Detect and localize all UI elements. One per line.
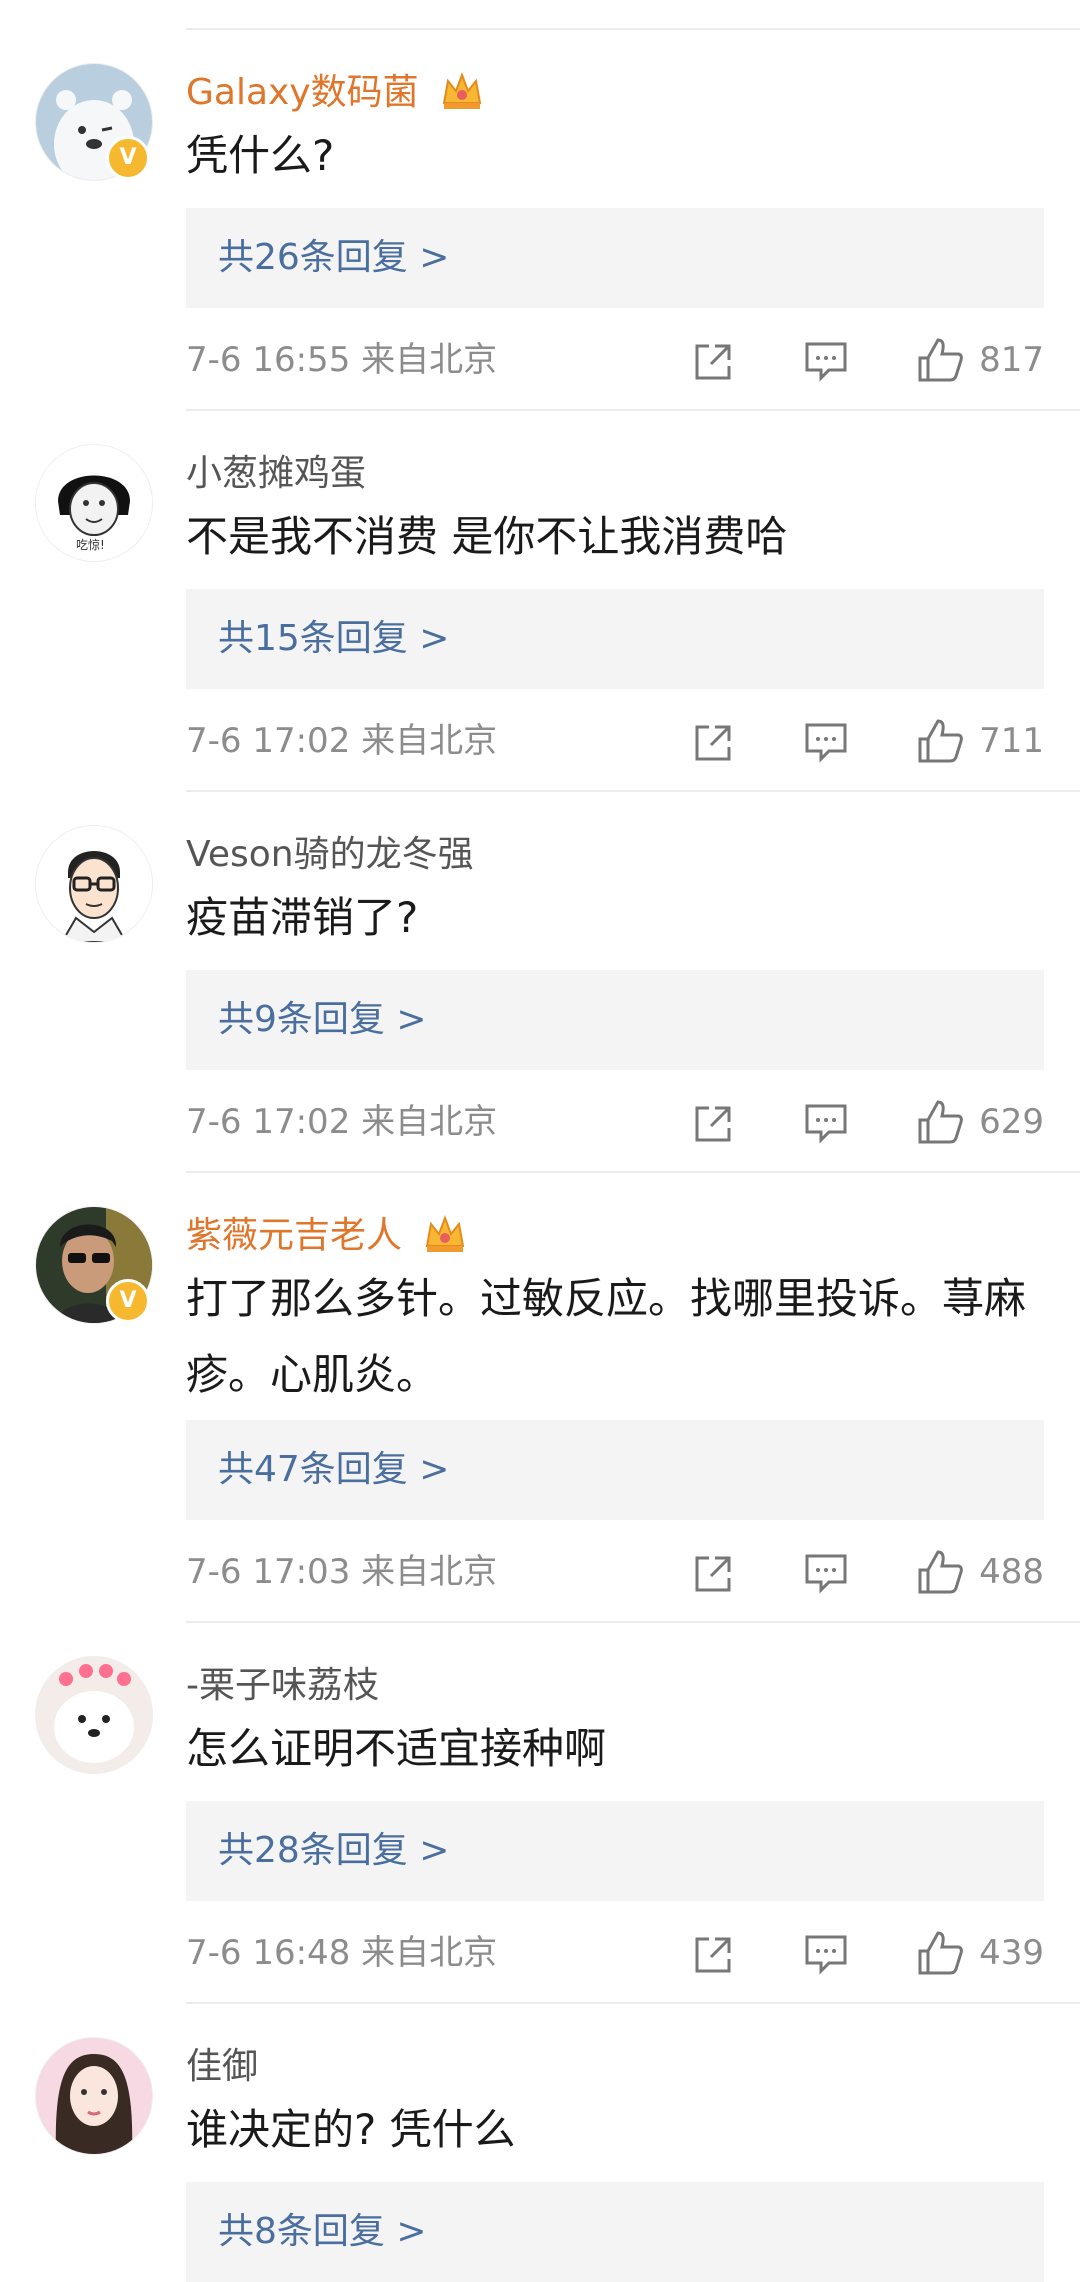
- comment-meta: 7-6 16:48 来自北京 439: [186, 1923, 1044, 1983]
- reply-box[interactable]: 共15条回复 >: [186, 589, 1044, 689]
- cartoon-man-glasses-avatar-icon: [36, 826, 152, 942]
- reply-box[interactable]: 共26条回复 >: [186, 208, 1044, 308]
- avatar[interactable]: [35, 825, 153, 943]
- thumbs-up-icon[interactable]: [916, 1929, 964, 1977]
- avatar[interactable]: 吃惊!: [35, 444, 153, 562]
- thumbs-up-icon[interactable]: [916, 1548, 964, 1596]
- view-replies-link[interactable]: 共9条回复 >: [218, 970, 427, 1070]
- verified-badge-icon: V: [106, 1279, 150, 1323]
- share-icon[interactable]: [691, 1933, 735, 1977]
- comment-icon[interactable]: [803, 1552, 849, 1596]
- timestamp: 7-6 16:55 来自北京: [186, 340, 498, 380]
- username[interactable]: -栗子味荔枝: [186, 1656, 379, 1708]
- comment-icon[interactable]: [803, 1933, 849, 1977]
- reply-box[interactable]: 共28条回复 >: [186, 1801, 1044, 1901]
- timestamp: 7-6 17:02 来自北京: [186, 1102, 498, 1142]
- comment-icon[interactable]: [803, 340, 849, 384]
- divider: [186, 2002, 1080, 2004]
- comment-meta: 7-6 17:03 来自北京 488: [186, 1542, 1044, 1602]
- share-icon[interactable]: [691, 721, 735, 765]
- reply-box[interactable]: 共47条回复 >: [186, 1420, 1044, 1520]
- woman-portrait-avatar-icon: [36, 2038, 152, 2154]
- like-count: 439: [979, 1933, 1044, 1973]
- share-icon[interactable]: [691, 340, 735, 384]
- username[interactable]: 佳御: [186, 2037, 258, 2089]
- comment-meta: 7-6 17:02 来自北京 629: [186, 1092, 1044, 1152]
- username[interactable]: Galaxy数码菌: [186, 63, 484, 120]
- view-replies-link[interactable]: 共26条回复 >: [218, 208, 449, 308]
- comment-meta: 7-6 16:55 来自北京 817: [186, 330, 1044, 390]
- crown-icon: [440, 69, 484, 120]
- svg-text:吃惊!: 吃惊!: [76, 537, 105, 552]
- crown-icon: [423, 1212, 467, 1263]
- timestamp: 7-6 17:03 来自北京: [186, 1552, 498, 1592]
- like-count: 488: [979, 1552, 1044, 1592]
- reply-box[interactable]: 共8条回复 >: [186, 2182, 1044, 2282]
- verified-badge-icon: V: [106, 136, 150, 180]
- avatar[interactable]: [35, 1656, 153, 1774]
- comment-text: 怎么证明不适宜接种啊: [186, 1724, 607, 1773]
- view-replies-link[interactable]: 共28条回复 >: [218, 1801, 449, 1901]
- comment-icon[interactable]: [803, 1102, 849, 1146]
- timestamp: 7-6 16:48 来自北京: [186, 1933, 498, 1973]
- comment-text: 疫苗滞销了?: [186, 893, 419, 942]
- comment-icon[interactable]: [803, 721, 849, 765]
- like-count: 711: [979, 721, 1044, 761]
- divider: [186, 790, 1080, 792]
- thumbs-up-icon[interactable]: [916, 717, 964, 765]
- view-replies-link[interactable]: 共47条回复 >: [218, 1420, 449, 1520]
- thumbs-up-icon[interactable]: [916, 336, 964, 384]
- like-count: 629: [979, 1102, 1044, 1142]
- meme-face-avatar-icon: 吃惊!: [36, 445, 152, 561]
- timestamp: 7-6 17:02 来自北京: [186, 721, 498, 761]
- comment-meta: 7-6 17:02 来自北京 711: [186, 711, 1044, 771]
- white-dog-avatar-icon: [36, 1657, 152, 1773]
- reply-box[interactable]: 共9条回复 >: [186, 970, 1044, 1070]
- username[interactable]: Veson骑的龙冬强: [186, 825, 474, 877]
- divider: [186, 409, 1080, 411]
- thumbs-up-icon[interactable]: [916, 1098, 964, 1146]
- comment-text: 不是我不消费 是你不让我消费哈: [186, 512, 788, 561]
- username[interactable]: 小葱摊鸡蛋: [186, 444, 366, 496]
- comment-text: 谁决定的? 凭什么: [186, 2105, 516, 2154]
- view-replies-link[interactable]: 共15条回复 >: [218, 589, 449, 689]
- like-count: 817: [979, 340, 1044, 380]
- comment-text: 打了那么多针。过敏反应。找哪里投诉。荨麻疹。心肌炎。: [186, 1274, 1027, 1399]
- username[interactable]: 紫薇元吉老人: [186, 1206, 467, 1263]
- divider: [186, 1621, 1080, 1623]
- comment-text: 凭什么?: [186, 131, 335, 180]
- avatar[interactable]: [35, 2037, 153, 2155]
- view-replies-link[interactable]: 共8条回复 >: [218, 2182, 427, 2282]
- share-icon[interactable]: [691, 1102, 735, 1146]
- divider: [186, 1171, 1080, 1173]
- top-divider: [186, 28, 1080, 30]
- share-icon[interactable]: [691, 1552, 735, 1596]
